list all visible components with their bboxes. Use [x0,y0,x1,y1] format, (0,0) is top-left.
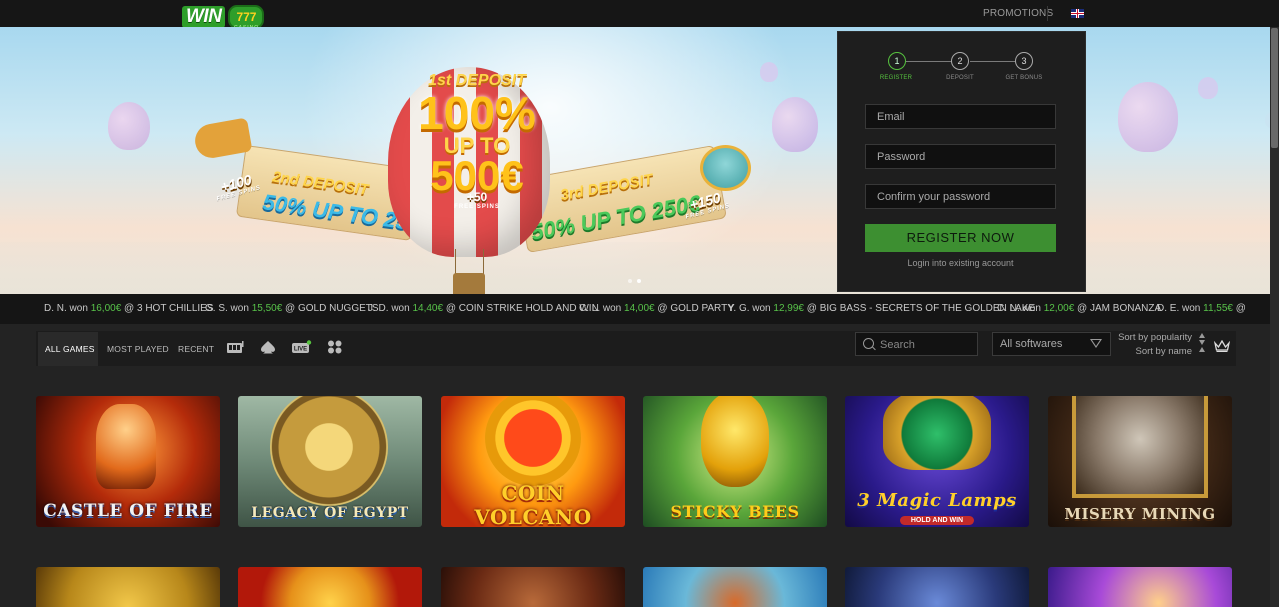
helicopter-icon [700,145,751,191]
balloon-rope [455,249,456,275]
login-existing-link[interactable]: Login into existing account [865,258,1056,268]
search-input[interactable]: Search [855,332,978,356]
game-art [701,396,769,487]
game-tile-coin-volcano[interactable]: COIN VOLCANO [441,396,625,527]
promotions-link[interactable]: PROMOTIONS [983,8,1053,19]
winners-ticker: D. N. won 16,00€ @ 3 HOT CHILLIES G. S. … [0,294,1279,324]
ticker-item: C. L. won 14,00€ @ GOLD PARTY [579,303,734,314]
confirm-password-field[interactable]: Confirm your password [865,184,1056,209]
game-tile-castle-of-fire[interactable]: CASTLE OF FIRE [36,396,220,527]
game-title: MISERY MINING [1064,505,1216,523]
scrollbar-thumb[interactable] [1271,28,1278,148]
game-art [1072,396,1208,498]
deposit1-percent: 100% [418,87,536,139]
ticker-item: D. E. won 11,55€ @ [1157,303,1246,314]
logo-text: WIN [182,6,226,28]
tab-recent[interactable]: RECENT [178,344,214,354]
step-register: 1 [888,52,906,70]
site-logo[interactable]: WIN 777 CASINO [182,5,265,31]
ticker-item: C. N. won 12,00€ @ JAM BONANZA [997,303,1162,314]
other-games-grid-icon[interactable] [327,340,345,354]
step-bonus-label: GET BONUS [1005,75,1043,81]
password-field[interactable]: Password [865,144,1056,169]
game-tile-3-magic-lamps[interactable]: 3 Magic Lamps HOLD AND WIN [845,396,1029,527]
search-icon [863,338,874,349]
game-tile[interactable] [643,567,827,607]
uk-flag-icon[interactable] [1071,9,1084,18]
game-tile-sticky-bees[interactable]: STICKY BEES [643,396,827,527]
game-tile[interactable] [36,567,220,607]
ticker-item: Y. G. won 12,99€ @ BIG BASS - SECRETS OF… [728,303,1036,314]
search-placeholder: Search [880,339,915,351]
game-subtitle: HOLD AND WIN [900,516,974,525]
step-deposit-label: DEPOSIT [946,75,974,81]
game-art [883,396,991,470]
step-deposit: 2 [951,52,969,70]
game-tile[interactable] [238,567,422,607]
sort-up-icon[interactable] [1199,347,1205,352]
sort-by-popularity[interactable]: Sort by popularity [1118,332,1192,343]
promo-banner[interactable]: 2nd DEPOSIT 50% UP TO 250€ +100 FREE SPI… [0,27,1279,294]
banner-ground [0,242,1279,294]
deposit1-offer: 1st DEPOSIT 100% UP TO 500€ +50 FREE SPI… [392,72,562,210]
register-now-button[interactable]: REGISTER NOW [865,224,1056,252]
balloon-rope [483,249,484,275]
sort-down-icon[interactable] [1199,340,1205,345]
live-casino-icon[interactable]: LIVE [292,340,312,354]
game-title: CASTLE OF FIRE [43,501,213,521]
svg-text:LIVE: LIVE [294,347,307,353]
deposit1-spins: +50 [466,190,488,204]
email-field[interactable]: Email [865,104,1056,129]
top-bar: WIN 777 CASINO PROMOTIONS [0,0,1279,31]
game-art [485,396,581,486]
game-tile[interactable] [1048,567,1232,607]
game-title: STICKY BEES [670,502,800,521]
tab-all-games[interactable]: ALL GAMES [45,344,95,354]
game-title: LEGACY OF EGYPT [251,505,409,521]
balloon-decoration [760,62,778,82]
slider-dot-active[interactable] [637,279,641,283]
step-line [970,61,1015,62]
game-art [96,404,156,489]
balloon-decoration [108,102,150,150]
step-register-label: REGISTER [879,75,913,81]
sort-up-icon[interactable] [1199,333,1205,338]
sort-by-name[interactable]: Sort by name [1136,346,1193,357]
crown-icon[interactable] [1213,339,1231,353]
software-select-value: All softwares [1000,338,1063,350]
ticker-item: D. N. won 16,00€ @ 3 HOT CHILLIES [44,303,214,314]
game-title: 3 Magic Lamps [857,490,1017,511]
balloon-decoration [772,97,818,152]
deposit1-spins-label: FREE SPINS [454,204,500,210]
slider-dot[interactable] [628,279,632,283]
ticker-item: G. S. won 15,50€ @ GOLD NUGGETS [205,303,379,314]
balloon-decoration [1198,77,1218,99]
balloon-basket [453,273,485,294]
step-bonus: 3 [1015,52,1033,70]
software-select[interactable]: All softwares [992,332,1111,356]
ticker-item: J. D. won 14,40€ @ COIN STRIKE HOLD AND … [368,303,599,314]
game-tile-misery-mining[interactable]: MISERY MINING [1048,396,1232,527]
slots-icon[interactable] [226,340,244,354]
table-games-spade-icon[interactable] [260,340,278,354]
game-tile-legacy-of-egypt[interactable]: LEGACY OF EGYPT [238,396,422,527]
game-tile[interactable] [845,567,1029,607]
funnel-icon [1090,339,1102,348]
balloon-decoration [1118,82,1178,152]
step-line [906,61,952,62]
game-title: COIN VOLCANO [474,481,592,527]
tab-most-played[interactable]: MOST PLAYED [107,344,169,354]
header-divider [1047,6,1048,21]
game-tile[interactable] [441,567,625,607]
game-art [270,396,388,506]
